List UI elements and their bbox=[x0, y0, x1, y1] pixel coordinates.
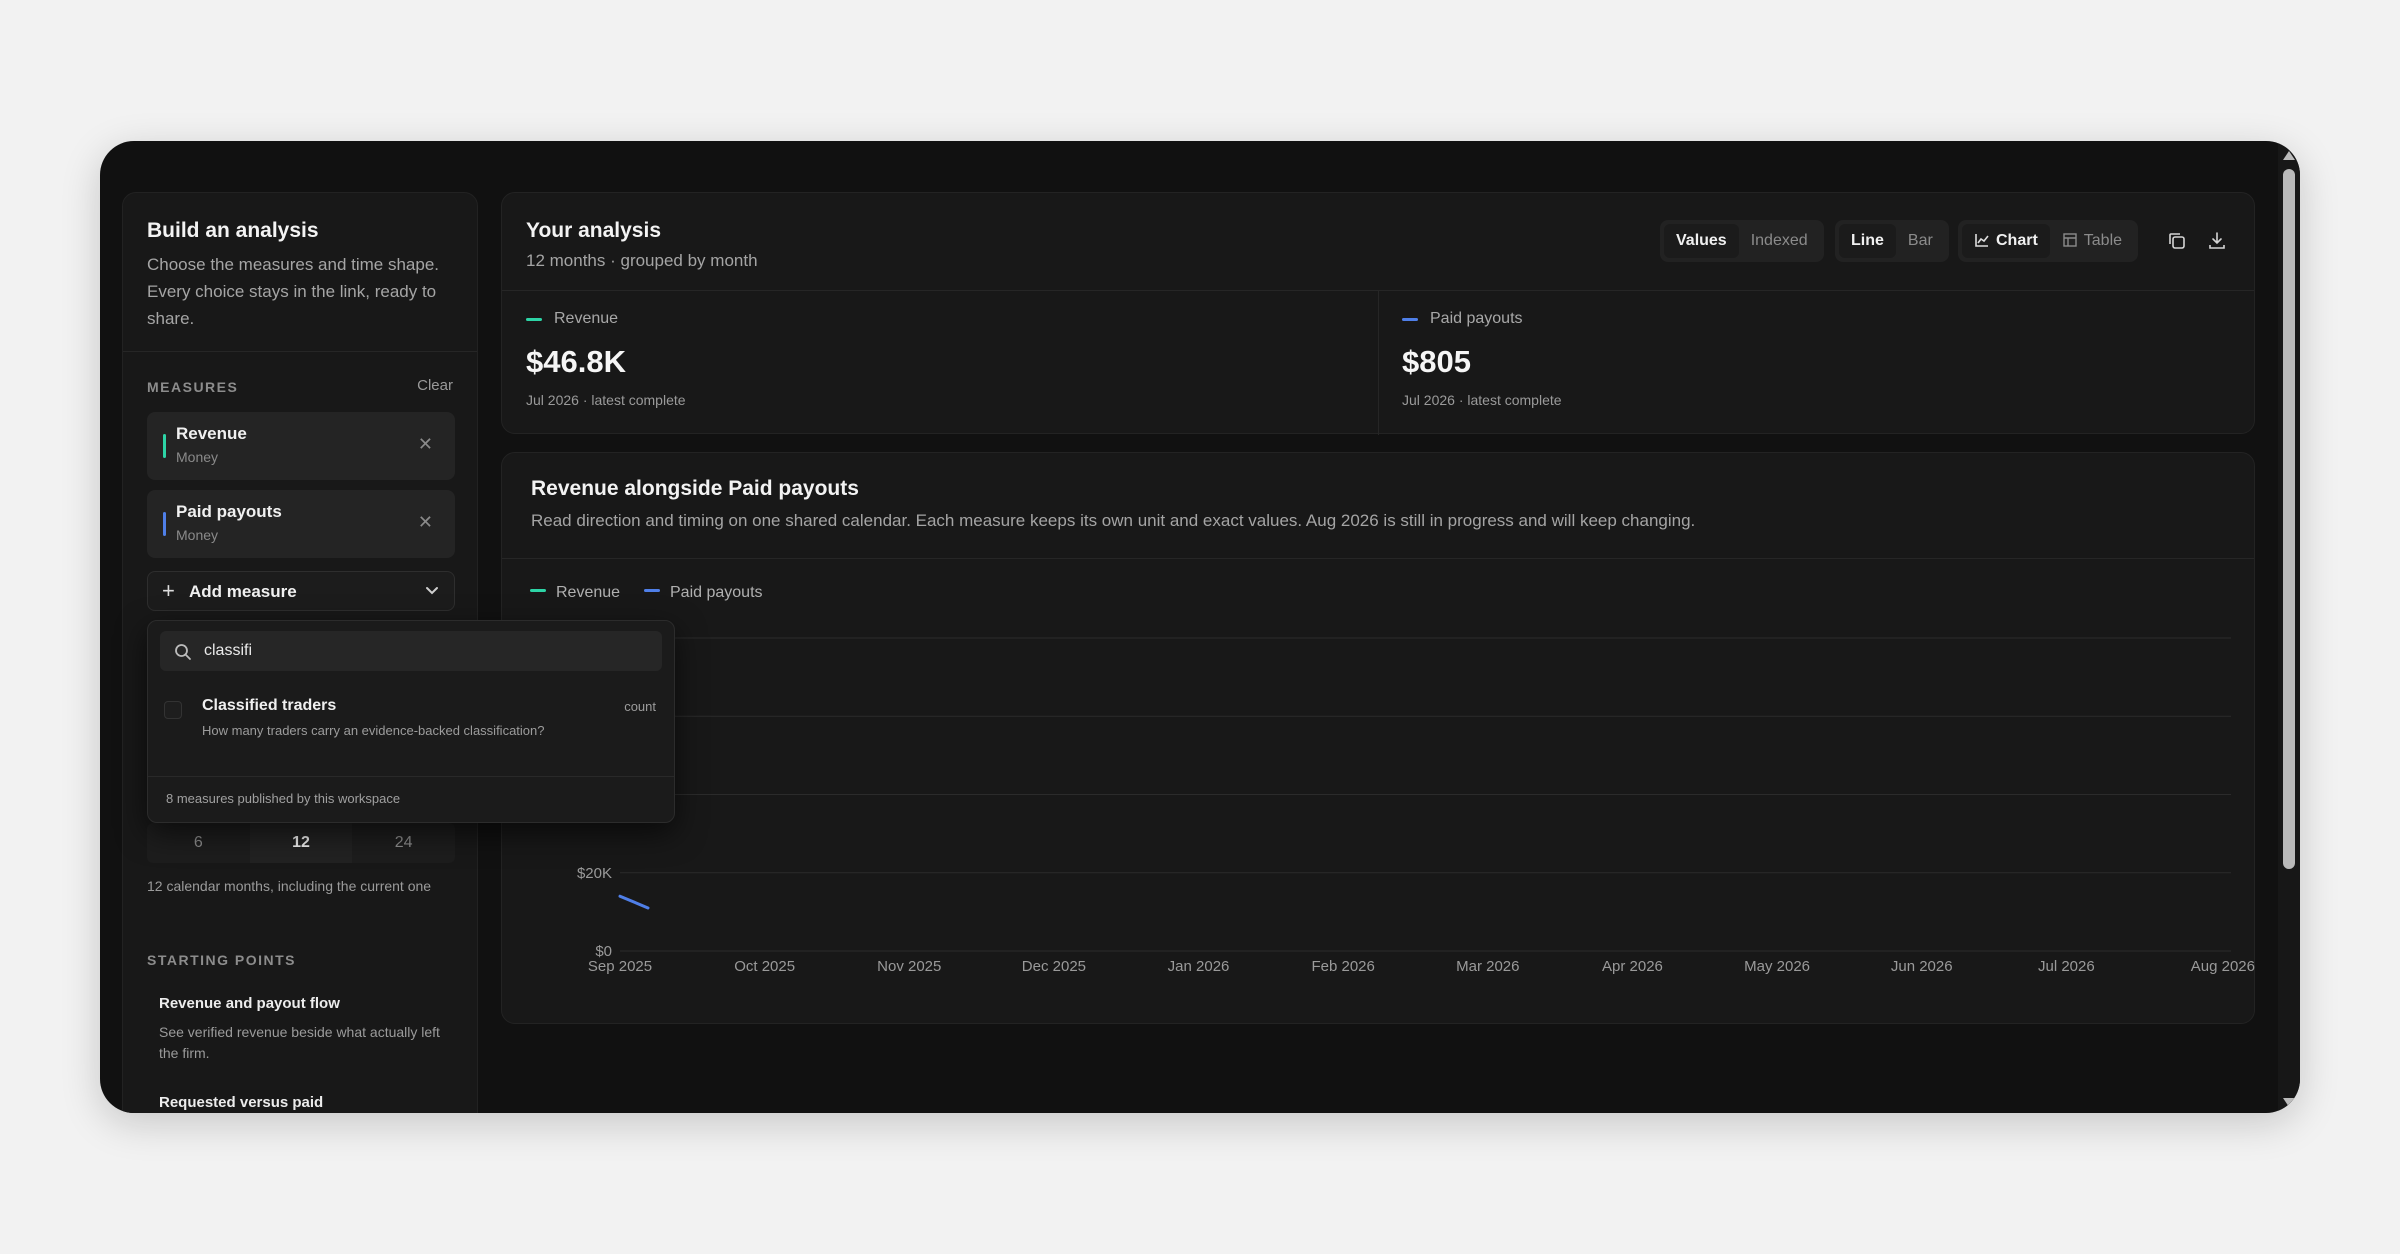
kpi-legend-swatch bbox=[1402, 318, 1418, 321]
scroll-down-icon[interactable] bbox=[2283, 1098, 2295, 1107]
series-line-paid-payouts bbox=[618, 894, 650, 910]
kpi-value: $805 bbox=[1402, 344, 1471, 379]
x-tick-label: Nov 2025 bbox=[877, 958, 941, 975]
search-field[interactable] bbox=[160, 631, 662, 671]
period-option-12[interactable]: 12 bbox=[249, 823, 353, 863]
divider bbox=[123, 351, 477, 352]
x-tick-label: Sep 2025 bbox=[588, 958, 652, 975]
mode-option-indexed[interactable]: Indexed bbox=[1739, 224, 1820, 258]
period-selector: 6 12 24 bbox=[147, 823, 455, 863]
view-chart-label: Chart bbox=[1996, 232, 2038, 249]
close-icon[interactable]: ✕ bbox=[418, 512, 433, 533]
sidebar-description: Choose the measures and time shape. Ever… bbox=[147, 255, 440, 328]
dropdown-footer: 8 measures published by this workspace bbox=[166, 791, 401, 806]
starting-point-title[interactable]: Revenue and payout flow bbox=[159, 995, 340, 1012]
option-kind: count bbox=[624, 699, 656, 714]
measure-unit: Money bbox=[176, 527, 219, 543]
kpi-legend-swatch bbox=[526, 318, 542, 321]
measure-card-paid-payouts[interactable]: Paid payouts Money ✕ bbox=[147, 490, 455, 558]
add-measure-label: Add measure bbox=[189, 582, 297, 601]
copy-icon[interactable] bbox=[2166, 230, 2188, 252]
mode-option-values[interactable]: Values bbox=[1664, 224, 1739, 258]
kpi-value: $46.8K bbox=[526, 344, 626, 379]
scrollbar[interactable] bbox=[2278, 141, 2300, 1113]
measure-unit: Money bbox=[176, 449, 219, 465]
add-measure-button[interactable]: + Add measure bbox=[147, 571, 455, 611]
measure-dropdown: Classified traders How many traders carr… bbox=[147, 620, 675, 823]
shape-toggle: Line Bar bbox=[1835, 220, 1949, 262]
view-option-chart[interactable]: Chart bbox=[1962, 224, 2050, 258]
measure-name: Paid payouts bbox=[176, 502, 282, 521]
kpi-note: Jul 2026 · latest complete bbox=[1402, 392, 1562, 408]
sidebar-title: Build an analysis bbox=[147, 219, 319, 242]
view-option-table[interactable]: Table bbox=[2050, 224, 2134, 258]
app-window: Build an analysis Choose the measures an… bbox=[100, 141, 2300, 1113]
chart-panel: Revenue alongside Paid payouts Read dire… bbox=[501, 452, 2255, 1024]
period-option-6[interactable]: 6 bbox=[147, 823, 250, 863]
period-option-24[interactable]: 24 bbox=[352, 823, 455, 863]
option-description: How many traders carry an evidence-backe… bbox=[202, 723, 545, 738]
kpi-label: Revenue bbox=[554, 310, 619, 327]
view-table-label: Table bbox=[2083, 232, 2123, 249]
view-toggle: Chart Table bbox=[1958, 220, 2139, 262]
plus-icon: + bbox=[162, 578, 175, 603]
page-title: Your analysis bbox=[526, 219, 662, 242]
measure-name: Revenue bbox=[176, 424, 247, 443]
analysis-header-panel: Your analysis 12 months · grouped by mon… bbox=[501, 192, 2255, 435]
clear-button[interactable]: Clear bbox=[417, 377, 453, 394]
measures-label: MEASURES bbox=[147, 379, 239, 395]
dropdown-option-classified-traders[interactable]: Classified traders How many traders carr… bbox=[160, 695, 664, 753]
starting-point-title[interactable]: Requested versus paid bbox=[159, 1094, 323, 1111]
download-icon[interactable] bbox=[2206, 230, 2228, 252]
period-note: 12 calendar months, including the curren… bbox=[147, 878, 432, 894]
x-tick-label: Jun 2026 bbox=[1891, 958, 1953, 975]
search-input[interactable] bbox=[204, 631, 644, 671]
x-tick-label: Feb 2026 bbox=[1311, 958, 1374, 975]
measure-color-bar bbox=[163, 434, 166, 458]
option-checkbox[interactable] bbox=[164, 701, 182, 719]
x-tick-label: Dec 2025 bbox=[1022, 958, 1086, 975]
shape-option-line[interactable]: Line bbox=[1839, 224, 1896, 258]
x-tick-label: May 2026 bbox=[1744, 958, 1810, 975]
scroll-up-icon[interactable] bbox=[2283, 151, 2295, 160]
line-chart: $0$20KSep 2025 Oct 2025 Nov 2025 Dec 2025 Ja… bbox=[577, 637, 2255, 975]
measure-card-revenue[interactable]: Revenue Money ✕ bbox=[147, 412, 455, 480]
kpi-label: Paid payouts bbox=[1430, 310, 1523, 327]
option-title: Classified traders bbox=[202, 697, 337, 714]
search-icon bbox=[175, 644, 191, 660]
scrollbar-thumb[interactable] bbox=[2283, 169, 2295, 869]
x-tick-label: Apr 2026 bbox=[1602, 958, 1663, 975]
chevron-down-icon bbox=[426, 587, 438, 595]
measure-color-bar bbox=[163, 512, 166, 536]
x-tick-label: Mar 2026 bbox=[1456, 958, 1519, 975]
x-tick-label: Aug 2026 bbox=[2191, 958, 2255, 975]
mode-toggle: Values Indexed bbox=[1660, 220, 1824, 262]
kpi-card-paid-payouts: Paid payouts $805 Jul 2026 · latest comp… bbox=[1378, 290, 2254, 435]
x-tick-label: Jan 2026 bbox=[1168, 958, 1230, 975]
starting-point-desc: See verified revenue beside what actuall… bbox=[159, 1024, 440, 1061]
page-subtitle: 12 months · grouped by month bbox=[526, 251, 758, 270]
x-tick-label: Jul 2026 bbox=[2038, 958, 2095, 975]
chart-icon bbox=[1975, 234, 1989, 247]
shape-option-bar[interactable]: Bar bbox=[1896, 224, 1945, 258]
close-icon[interactable]: ✕ bbox=[418, 434, 433, 455]
kpi-card-revenue: Revenue $46.8K Jul 2026 · latest complet… bbox=[502, 290, 1378, 435]
table-icon bbox=[2063, 233, 2077, 247]
divider bbox=[148, 776, 674, 777]
starting-points-label: STARTING POINTS bbox=[147, 952, 297, 968]
x-tick-label: Oct 2025 bbox=[734, 958, 795, 975]
kpi-note: Jul 2026 · latest complete bbox=[526, 392, 686, 408]
y-tick-label: $20K bbox=[577, 865, 612, 882]
